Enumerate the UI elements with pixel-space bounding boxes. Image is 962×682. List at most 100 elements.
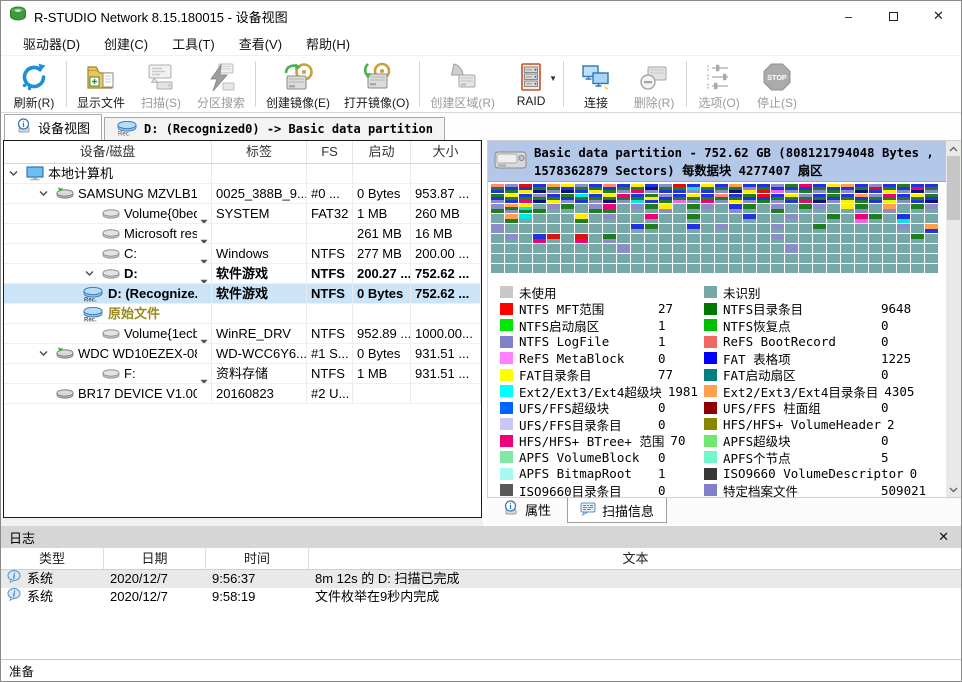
scan-block	[771, 184, 784, 193]
log-time: 9:56:37	[206, 570, 309, 588]
tree-column-header-3[interactable]: 启动	[353, 141, 411, 163]
scan-block	[897, 254, 910, 263]
menu-item-1[interactable]: 创建(C)	[92, 31, 160, 56]
legend-item: 未使用	[500, 284, 700, 301]
toolbar-button-create-region[interactable]: 创建区域(R)	[423, 58, 502, 110]
maximize-button[interactable]	[871, 1, 916, 31]
legend-label: ReFS BootRecord	[723, 334, 875, 349]
scan-block	[491, 264, 504, 273]
toolbar-button-connect[interactable]: 连接	[567, 58, 625, 110]
scan-block	[841, 214, 854, 223]
chevron-down-icon[interactable]	[84, 268, 98, 279]
scroll-up-icon[interactable]	[946, 141, 961, 156]
tree-column-header-4[interactable]: 大小	[411, 141, 481, 163]
device-name: F:	[124, 364, 136, 383]
combo-arrow-icon[interactable]	[200, 231, 208, 243]
tree-column-header-0[interactable]: 设备/磁盘	[4, 141, 212, 163]
toolbar-button-scan[interactable]: 扫描(S)	[132, 58, 190, 110]
tree-row[interactable]: Volume{1ecb0c98-..WinRE_DRVNTFS952.89 ..…	[4, 324, 481, 344]
combo-arrow-icon[interactable]	[200, 371, 208, 383]
tab-properties[interactable]: i属性	[491, 498, 563, 521]
scan-block	[561, 244, 574, 253]
tree-row[interactable]: Microsoft reserve..261 MB16 MB	[4, 224, 481, 244]
tab-device-view[interactable]: i设备视图	[4, 114, 102, 140]
cell-label	[212, 164, 307, 183]
menu-item-0[interactable]: 驱动器(D)	[11, 31, 92, 56]
scan-block	[603, 254, 616, 263]
legend-item: 未识别	[704, 284, 944, 301]
tree-row[interactable]: F:资料存储NTFS1 MB931.51 ...	[4, 364, 481, 384]
scan-block	[897, 264, 910, 273]
legend-item: UFS/FFS目录条目0	[500, 416, 700, 433]
combo-arrow-icon[interactable]	[200, 251, 208, 263]
toolbar-button-options[interactable]: 选项(O)	[690, 58, 748, 110]
scan-block	[687, 234, 700, 243]
toolbar-button-show-files[interactable]: 显示文件	[70, 58, 132, 110]
menu-item-2[interactable]: 工具(T)	[160, 31, 227, 56]
toolbar-button-delete[interactable]: 删除(R)	[625, 58, 683, 110]
log-row[interactable]: i系统2020/12/79:58:19文件枚举在9秒内完成	[1, 588, 962, 606]
scan-block	[617, 264, 630, 273]
tree-row[interactable]: WDC WD10EZEX-08W...WD-WCC6Y6...#1 S...0 …	[4, 344, 481, 364]
scan-block	[659, 224, 672, 233]
horizontal-splitter[interactable]	[1, 518, 483, 526]
scan-block	[561, 214, 574, 223]
dropdown-arrow-icon[interactable]: ▼	[549, 74, 557, 83]
minimize-button[interactable]: –	[826, 1, 871, 31]
combo-arrow-icon[interactable]	[200, 331, 208, 343]
toolbar-button-open-image[interactable]: 打开镜像(O)	[337, 58, 416, 110]
scan-view-panel: Basic data partition - 752.62 GB (808121…	[487, 140, 962, 498]
scan-block	[575, 264, 588, 273]
tree-column-header-1[interactable]: 标签	[212, 141, 307, 163]
scan-block	[519, 224, 532, 233]
scan-block	[547, 194, 560, 203]
scan-block	[547, 214, 560, 223]
tree-row[interactable]: Volume{0bedecf0-..SYSTEMFAT321 MB260 MB	[4, 204, 481, 224]
tree-row[interactable]: Rec.D: (Recognize...软件游戏NTFS0 Bytes752.6…	[4, 284, 481, 304]
scroll-thumb[interactable]	[947, 156, 960, 220]
toolbar-button-raid[interactable]: ▼RAID	[502, 58, 560, 110]
legend-item: Ext2/Ext3/Ext4目录条目4305	[704, 383, 944, 400]
tab-scan-info[interactable]: 扫描信息	[567, 498, 667, 523]
tree-row[interactable]: Rec.原始文件	[4, 304, 481, 324]
combo-arrow-icon[interactable]	[200, 271, 208, 283]
combo-arrow-icon[interactable]	[200, 211, 208, 223]
device-name-cell: Rec.原始文件	[4, 304, 212, 323]
tab-partition-view[interactable]: Rec.D: (Recognized0) -> Basic data parti…	[104, 117, 445, 140]
partition-info-text: Basic data partition - 752.62 GB (808121…	[534, 141, 939, 181]
device-name: WDC WD10EZEX-08W...	[78, 344, 197, 363]
scan-scrollbar[interactable]	[946, 141, 961, 497]
tree-row[interactable]: BR17 DEVICE V1.00 1....20160823#2 U...	[4, 384, 481, 404]
scan-block	[533, 194, 546, 203]
info-tabs: i属性扫描信息	[487, 498, 962, 525]
legend-swatch	[500, 286, 513, 298]
toolbar-button-partition-search[interactable]: 分区搜索	[190, 58, 252, 110]
app-icon	[9, 5, 27, 28]
menu-item-3[interactable]: 查看(V)	[227, 31, 294, 56]
chevron-down-icon[interactable]	[38, 348, 52, 359]
scan-block	[855, 214, 868, 223]
log-column-header-1: 日期	[104, 548, 206, 569]
log-row[interactable]: i系统2020/12/79:56:378m 12s 的 D: 扫描已完成	[1, 570, 962, 588]
menu-item-4[interactable]: 帮助(H)	[294, 31, 362, 56]
scan-block	[589, 204, 602, 213]
cell-size: 752.62 ...	[411, 284, 481, 303]
tree-row[interactable]: 本地计算机	[4, 164, 481, 184]
scan-block	[827, 224, 840, 233]
toolbar-button-refresh[interactable]: 刷新(R)	[5, 58, 63, 110]
tree-row[interactable]: D:软件游戏NTFS200.27 ...752.62 ...	[4, 264, 481, 284]
device-name: D:	[124, 264, 138, 283]
close-button[interactable]: ✕	[916, 1, 961, 31]
tree-row[interactable]: SAMSUNG MZVLB1T0...0025_388B_9...#0 ...0…	[4, 184, 481, 204]
toolbar-button-stop[interactable]: STOP停止(S)	[748, 58, 806, 110]
scan-block	[855, 184, 868, 193]
tree-column-header-2[interactable]: FS	[307, 141, 353, 163]
tree-row[interactable]: C:WindowsNTFS277 MB200.00 ...	[4, 244, 481, 264]
log-close-icon[interactable]: ✕	[932, 529, 955, 545]
chevron-down-icon[interactable]	[8, 168, 22, 179]
toolbar-button-create-image[interactable]: 创建镜像(E)	[259, 58, 337, 110]
scan-block	[617, 184, 630, 193]
chevron-down-icon[interactable]	[38, 188, 52, 199]
status-bar: 准备	[1, 659, 961, 681]
scroll-down-icon[interactable]	[946, 482, 961, 497]
